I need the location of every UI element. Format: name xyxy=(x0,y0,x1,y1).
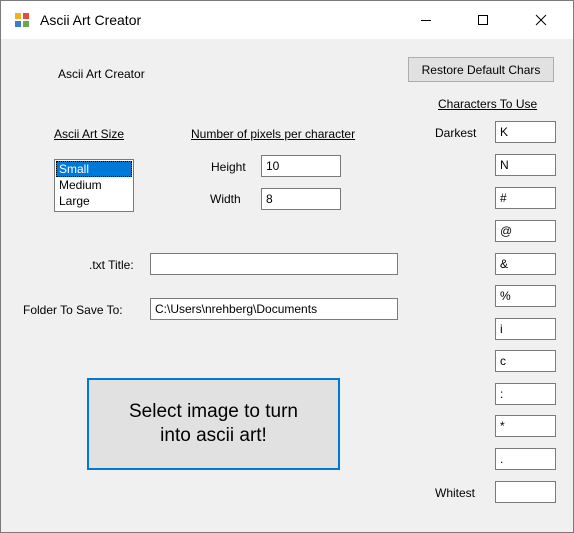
folder-input[interactable] xyxy=(150,298,398,320)
minimize-icon xyxy=(421,20,431,21)
app-icon xyxy=(14,12,30,28)
height-input[interactable] xyxy=(261,155,341,177)
ascii-art-size-listbox[interactable]: Small Medium Large xyxy=(54,159,134,212)
size-option-medium[interactable]: Medium xyxy=(56,177,132,193)
width-input[interactable] xyxy=(261,188,341,210)
char-input-2[interactable] xyxy=(495,154,556,176)
height-label: Height xyxy=(211,160,246,174)
char-input-3[interactable] xyxy=(495,187,556,209)
maximize-icon xyxy=(478,15,488,25)
restore-default-chars-button[interactable]: Restore Default Chars xyxy=(408,57,554,82)
char-input-5[interactable] xyxy=(495,253,556,275)
whitest-label: Whitest xyxy=(435,486,476,500)
char-input-9[interactable] xyxy=(495,383,556,405)
title-bar: Ascii Art Creator xyxy=(1,1,573,39)
char-input-11[interactable] xyxy=(495,448,556,470)
minimize-button[interactable] xyxy=(403,1,449,39)
folder-label: Folder To Save To: xyxy=(23,303,123,317)
close-button[interactable] xyxy=(518,1,564,39)
txt-title-label: .txt Title: xyxy=(89,258,134,272)
darkest-label: Darkest xyxy=(435,126,477,140)
char-input-1[interactable] xyxy=(495,121,556,143)
txt-title-input[interactable] xyxy=(150,253,398,275)
char-input-4[interactable] xyxy=(495,220,556,242)
characters-to-use-label: Characters To Use xyxy=(438,97,538,111)
char-input-12[interactable] xyxy=(495,481,556,503)
char-input-7[interactable] xyxy=(495,318,556,340)
form-heading: Ascii Art Creator xyxy=(58,67,145,81)
char-input-6[interactable] xyxy=(495,285,556,307)
width-label: Width xyxy=(210,192,241,206)
maximize-button[interactable] xyxy=(460,1,506,39)
close-icon xyxy=(535,14,547,26)
char-input-10[interactable] xyxy=(495,415,556,437)
app-window: Ascii Art Creator Ascii Art Creator Rest… xyxy=(0,0,574,533)
ascii-art-size-label: Ascii Art Size xyxy=(54,127,125,141)
size-option-large[interactable]: Large xyxy=(56,193,132,209)
pixels-per-character-label: Number of pixels per character xyxy=(191,127,356,141)
select-image-button[interactable]: Select image to turn into ascii art! xyxy=(87,378,340,470)
window-title: Ascii Art Creator xyxy=(40,12,142,28)
size-option-small[interactable]: Small xyxy=(56,161,132,177)
char-input-8[interactable] xyxy=(495,350,556,372)
